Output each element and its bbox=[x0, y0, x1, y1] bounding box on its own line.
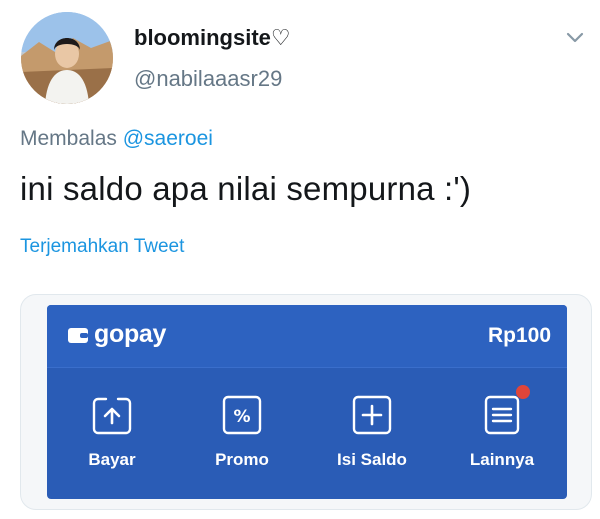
percent-icon: % bbox=[220, 393, 264, 437]
gopay-panel: gopay Rp100 Bayar % Promo Isi Saldo Lain… bbox=[47, 305, 567, 499]
action-label: Lainnya bbox=[469, 450, 535, 469]
action-bayar[interactable]: Bayar bbox=[57, 393, 167, 489]
user-handle[interactable]: @nabilaaasr29 bbox=[134, 66, 282, 92]
gopay-balance: Rp100 bbox=[487, 324, 551, 347]
gopay-brand: gopay bbox=[94, 320, 167, 348]
plus-icon bbox=[350, 393, 394, 437]
translate-tweet-link[interactable]: Terjemahkan Tweet bbox=[20, 236, 184, 258]
gopay-header: gopay Rp100 bbox=[47, 305, 567, 368]
tweet-text: ini saldo apa nilai sempurna :') bbox=[20, 170, 472, 207]
gopay-actions: Bayar % Promo Isi Saldo Lainnya bbox=[47, 375, 567, 491]
action-lainnya[interactable]: Lainnya bbox=[447, 385, 557, 489]
tweet-media[interactable]: gopay Rp100 Bayar % Promo Isi Saldo Lain… bbox=[20, 294, 592, 510]
reply-prefix: Membalas bbox=[20, 127, 117, 150]
action-label: Isi Saldo bbox=[337, 450, 407, 469]
action-isi-saldo[interactable]: Isi Saldo bbox=[317, 393, 427, 489]
action-promo[interactable]: % Promo bbox=[187, 393, 297, 489]
display-name[interactable]: bloomingsite♡ bbox=[134, 25, 291, 51]
notification-dot bbox=[516, 385, 530, 399]
list-icon bbox=[480, 385, 530, 437]
chevron-down-icon[interactable] bbox=[564, 26, 586, 48]
action-label: Bayar bbox=[88, 450, 136, 469]
wallet-icon bbox=[68, 327, 88, 343]
action-label: Promo bbox=[215, 450, 269, 469]
reply-mention-link[interactable]: @saeroei bbox=[123, 127, 213, 150]
pay-arrow-up-icon bbox=[90, 393, 134, 437]
svg-text:%: % bbox=[233, 407, 250, 427]
gopay-logo: gopay bbox=[67, 320, 166, 349]
avatar[interactable] bbox=[21, 12, 113, 104]
reply-context: Membalas @saeroei bbox=[20, 127, 213, 151]
